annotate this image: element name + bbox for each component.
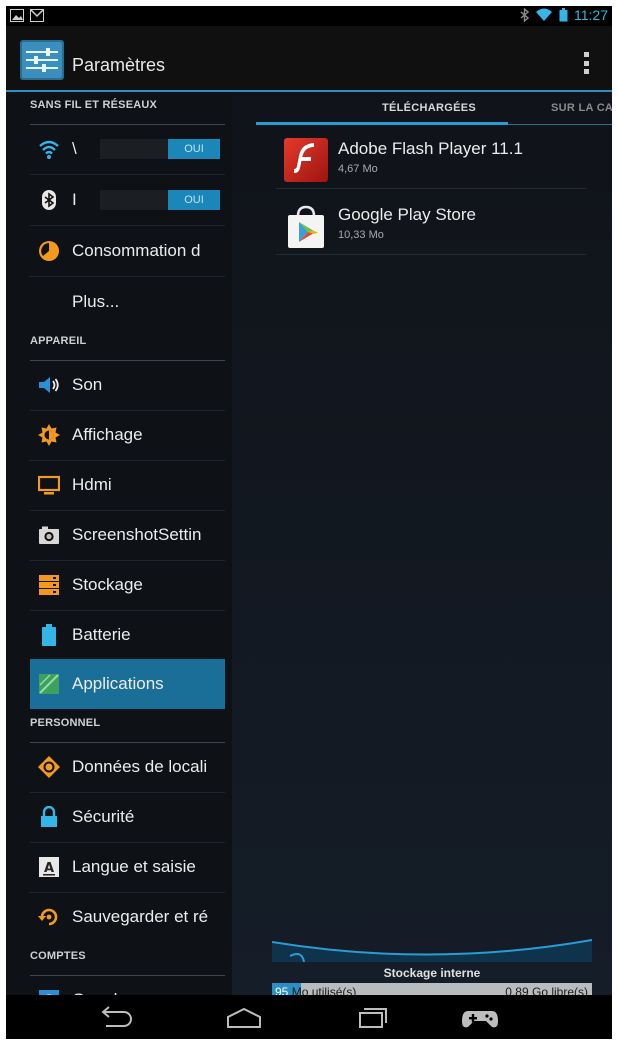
wifi-icon [39,140,59,159]
menu-item-label: Sauvegarder et ré [72,907,209,926]
menu-item-label: Consommation d [72,241,201,260]
app-name: Google Play Store [338,205,476,224]
menu-item-label: I [72,190,77,209]
section-header-accounts: COMPTES [30,947,225,976]
keyboard-icon: A [39,857,59,877]
settings-categories-list[interactable]: SANS FIL ET RÉSEAUX \ OUI I OUI Consomma… [6,92,232,995]
wifi-toggle[interactable]: OUI [100,139,220,159]
tab-sd-card[interactable]: SUR LA CA [551,102,612,114]
back-icon[interactable] [96,1003,136,1031]
menu-item-label: Hdmi [72,475,112,494]
menu-item-label: Plus... [72,292,120,311]
bluetooth-icon [42,190,56,210]
menu-item-display[interactable]: Affichage [30,410,225,461]
location-icon [38,756,60,778]
section-header-personal: PERSONNEL [30,714,225,743]
storage-glow-decoration [272,939,592,962]
wifi-icon [536,8,552,21]
data-usage-icon [39,241,59,261]
play-store-icon [288,205,324,248]
lock-icon [41,806,57,827]
apps-icon [39,674,59,694]
app-size: 4,67 Mo [338,163,378,175]
menu-item-screenshot-settings[interactable]: ScreenshotSettin [30,510,225,561]
app-list-item[interactable]: Google Play Store 10,33 Mo [276,194,586,255]
menu-item-label: Applications [72,674,164,693]
status-bar: 11:27 [6,6,612,26]
menu-item-label: Données de locali [72,757,208,776]
menu-item-data-usage[interactable]: Consommation d [30,226,225,277]
app-list-item[interactable]: Adobe Flash Player 11.1 4,67 Mo [276,128,586,189]
settings-content: SANS FIL ET RÉSEAUX \ OUI I OUI Consomma… [6,92,612,1001]
menu-item-google[interactable]: 8 Google [30,975,225,995]
menu-item-label: Son [72,375,103,394]
menu-item-storage[interactable]: Stockage [30,560,225,611]
app-size: 10,33 Mo [338,229,384,241]
tab-downloaded[interactable]: TÉLÉCHARGÉES [382,102,476,114]
menu-item-language[interactable]: A Langue et saisie [30,842,225,893]
bluetooth-icon [520,8,529,22]
menu-item-label: Sécurité [72,807,135,826]
gmail-icon [30,9,44,22]
menu-item-sound[interactable]: Son [30,360,225,411]
tab-indicator [256,122,508,125]
battery-icon [42,624,56,646]
navigation-bar [6,995,612,1039]
action-bar: Paramètres [6,26,612,92]
clock: 11:27 [574,7,608,23]
app-name: Adobe Flash Player 11.1 [338,139,523,158]
overflow-menu-icon[interactable] [584,52,590,74]
menu-item-label: Google [72,975,127,995]
monitor-icon [38,475,60,495]
svg-text:A: A [44,861,54,876]
toggle-on-label: OUI [168,190,220,210]
menu-item-label: Stockage [72,575,143,594]
camera-icon [39,526,59,544]
menu-item-more[interactable]: Plus... [30,277,225,327]
menu-item-label: \ [72,139,77,158]
bluetooth-toggle[interactable]: OUI [100,190,220,210]
page-title: Paramètres [72,55,166,75]
menu-item-hdmi[interactable]: Hdmi [30,460,225,511]
menu-item-location[interactable]: Données de locali [30,742,225,793]
toggle-on-label: OUI [168,139,220,159]
menu-item-label: Langue et saisie [72,857,196,876]
battery-icon [559,8,568,22]
menu-item-backup[interactable]: Sauvegarder et ré [30,892,225,942]
menu-item-label: Affichage [72,425,143,444]
menu-item-battery[interactable]: Batterie [30,610,225,661]
menu-item-wifi[interactable]: \ OUI [30,124,225,175]
menu-item-label: Batterie [72,625,131,644]
menu-item-label: ScreenshotSettin [72,525,202,544]
menu-item-security[interactable]: Sécurité [30,792,225,843]
home-icon[interactable] [224,1003,264,1031]
menu-item-bluetooth[interactable]: I OUI [30,175,225,226]
flash-icon [284,138,328,182]
gamepad-icon[interactable] [460,1003,500,1031]
storage-icon [39,575,59,595]
speaker-icon [39,377,59,393]
backup-icon [38,908,58,926]
tablet-screen: 11:27 Paramètres SANS FIL ET RÉSEAUX \ O… [6,6,612,1039]
section-header-device: APPAREIL [30,332,225,361]
storage-label: Stockage interne [383,966,481,980]
image-icon [10,9,24,22]
recent-apps-icon[interactable] [354,1003,394,1031]
menu-item-applications[interactable]: Applications [30,659,225,709]
brightness-icon [38,424,60,446]
section-header-wireless: SANS FIL ET RÉSEAUX [30,96,225,125]
settings-sliders-icon[interactable] [20,40,64,80]
